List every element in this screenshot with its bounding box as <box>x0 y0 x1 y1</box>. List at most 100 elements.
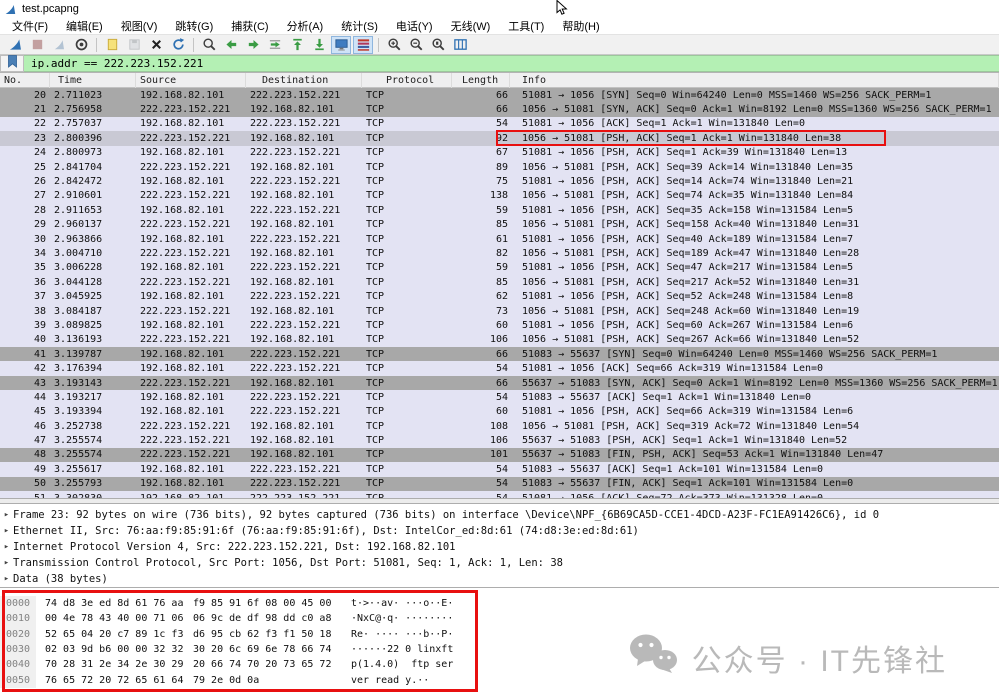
cell-proto: TCP <box>362 493 452 498</box>
packet-row-22[interactable]: 222.757037192.168.82.101222.223.152.221T… <box>0 117 999 131</box>
find-packet-icon[interactable] <box>199 36 219 54</box>
hex-line-0000[interactable]: 000074 d8 3e ed 8d 61 76 aaf9 85 91 6f 0… <box>0 596 999 611</box>
hex-line-0050[interactable]: 005076 65 72 20 72 65 61 6479 2e 0d 0ave… <box>0 672 999 687</box>
packet-row-51[interactable]: 513.302830192.168.82.101222.223.152.221T… <box>0 491 999 498</box>
menu-item-5[interactable]: 捕获(C) <box>222 17 277 35</box>
go-last-packet-icon[interactable] <box>309 36 329 54</box>
expand-chevron-icon[interactable]: ▸ <box>0 542 13 552</box>
packet-row-35[interactable]: 353.006228192.168.82.101222.223.152.221T… <box>0 261 999 275</box>
restart-capture-icon[interactable] <box>49 36 69 54</box>
go-to-packet-icon[interactable] <box>265 36 285 54</box>
expand-chevron-icon[interactable]: ▸ <box>0 510 13 520</box>
packet-row-44[interactable]: 443.193217192.168.82.101222.223.152.221T… <box>0 390 999 404</box>
packet-row-37[interactable]: 373.045925192.168.82.101222.223.152.221T… <box>0 289 999 303</box>
stop-capture-icon[interactable] <box>27 36 47 54</box>
col-header-time[interactable]: Time <box>50 73 136 88</box>
cell-len: 54 <box>452 118 510 129</box>
cell-info: 51081 → 1056 [ACK] Seq=1 Ack=1 Win=13184… <box>510 118 999 129</box>
cell-no: 30 <box>0 234 50 245</box>
packet-row-26[interactable]: 262.842472192.168.82.101222.223.152.221T… <box>0 174 999 188</box>
menu-item-1[interactable]: 文件(F) <box>3 17 57 35</box>
start-capture-icon[interactable] <box>5 36 25 54</box>
menu-item-7[interactable]: 统计(S) <box>332 17 387 35</box>
hex-line-0040[interactable]: 004070 28 31 2e 34 2e 30 2920 66 74 70 2… <box>0 657 999 672</box>
col-header-no[interactable]: No. <box>0 73 50 88</box>
open-file-icon[interactable] <box>102 36 122 54</box>
col-header-destination[interactable]: Destination <box>246 73 362 88</box>
col-header-source[interactable]: Source <box>136 73 246 88</box>
col-header-protocol[interactable]: Protocol <box>362 73 452 88</box>
menu-item-2[interactable]: 编辑(E) <box>57 17 112 35</box>
packet-row-30[interactable]: 302.963866192.168.82.101222.223.152.221T… <box>0 232 999 246</box>
filter-bookmark-button[interactable] <box>0 55 24 72</box>
packet-row-42[interactable]: 423.176394192.168.82.101222.223.152.221T… <box>0 361 999 375</box>
packet-row-45[interactable]: 453.193394192.168.82.101222.223.152.221T… <box>0 405 999 419</box>
capture-options-icon[interactable] <box>71 36 91 54</box>
zoom-in-icon[interactable] <box>384 36 404 54</box>
menu-item-3[interactable]: 视图(V) <box>112 17 167 35</box>
packet-row-50[interactable]: 503.255793192.168.82.101222.223.152.221T… <box>0 477 999 491</box>
expand-chevron-icon[interactable]: ▸ <box>0 526 13 536</box>
go-forward-icon[interactable] <box>243 36 263 54</box>
hex-dump-pane[interactable]: 000074 d8 3e ed 8d 61 76 aaf9 85 91 6f 0… <box>0 588 999 699</box>
save-file-icon[interactable] <box>124 36 144 54</box>
packet-row-46[interactable]: 463.252738222.223.152.221192.168.82.101T… <box>0 419 999 433</box>
detail-line-3[interactable]: ▸Internet Protocol Version 4, Src: 222.2… <box>0 539 999 555</box>
packet-row-47[interactable]: 473.255574222.223.152.221192.168.82.101T… <box>0 433 999 447</box>
packet-row-49[interactable]: 493.255617192.168.82.101222.223.152.221T… <box>0 462 999 476</box>
menu-item-10[interactable]: 工具(T) <box>499 17 553 35</box>
hex-line-0030[interactable]: 003002 03 9d b6 00 00 32 3230 20 6c 69 6… <box>0 642 999 657</box>
packet-row-20[interactable]: 202.711023192.168.82.101222.223.152.221T… <box>0 88 999 102</box>
packet-row-28[interactable]: 282.911653192.168.82.101222.223.152.221T… <box>0 203 999 217</box>
packet-row-43[interactable]: 433.193143222.223.152.221192.168.82.101T… <box>0 376 999 390</box>
colorize-icon[interactable] <box>353 36 373 54</box>
col-header-length[interactable]: Length <box>452 73 510 88</box>
col-header-info[interactable]: Info <box>510 73 999 88</box>
display-filter-input[interactable]: ip.addr == 222.223.152.221 <box>24 55 999 72</box>
packet-details-pane[interactable]: ▸Frame 23: 92 bytes on wire (736 bits), … <box>0 504 999 588</box>
go-back-icon[interactable] <box>221 36 241 54</box>
detail-line-4[interactable]: ▸Transmission Control Protocol, Src Port… <box>0 555 999 571</box>
hex-line-0010[interactable]: 001000 4e 78 43 40 00 71 0606 9c de df 9… <box>0 611 999 626</box>
reload-file-icon[interactable] <box>168 36 188 54</box>
packet-row-34[interactable]: 343.004710222.223.152.221192.168.82.101T… <box>0 246 999 260</box>
menu-item-11[interactable]: 帮助(H) <box>553 17 608 35</box>
zoom-out-icon[interactable] <box>406 36 426 54</box>
detail-line-2[interactable]: ▸Ethernet II, Src: 76:aa:f9:85:91:6f (76… <box>0 523 999 539</box>
packet-row-29[interactable]: 292.960137222.223.152.221192.168.82.101T… <box>0 218 999 232</box>
packet-row-25[interactable]: 252.841704222.223.152.221192.168.82.101T… <box>0 160 999 174</box>
packet-row-41[interactable]: 413.139787192.168.82.101222.223.152.221T… <box>0 347 999 361</box>
expand-chevron-icon[interactable]: ▸ <box>0 558 13 568</box>
detail-line-1[interactable]: ▸Frame 23: 92 bytes on wire (736 bits), … <box>0 507 999 523</box>
packet-row-48[interactable]: 483.255574222.223.152.221192.168.82.101T… <box>0 448 999 462</box>
auto-scroll-icon[interactable] <box>331 36 351 54</box>
cell-info: 51081 → 1056 [PSH, ACK] Seq=35 Ack=158 W… <box>510 205 999 216</box>
resize-columns-icon[interactable] <box>450 36 470 54</box>
zoom-original-icon[interactable] <box>428 36 448 54</box>
cell-info: 1056 → 51081 [PSH, ACK] Seq=39 Ack=14 Wi… <box>510 162 999 173</box>
packet-row-36[interactable]: 363.044128222.223.152.221192.168.82.101T… <box>0 275 999 289</box>
cell-proto: TCP <box>362 291 452 302</box>
go-first-packet-icon[interactable] <box>287 36 307 54</box>
packet-row-39[interactable]: 393.089825192.168.82.101222.223.152.221T… <box>0 318 999 332</box>
menu-item-9[interactable]: 无线(W) <box>442 17 500 35</box>
packet-row-27[interactable]: 272.910601222.223.152.221192.168.82.101T… <box>0 189 999 203</box>
menu-item-8[interactable]: 电话(Y) <box>387 17 442 35</box>
cell-src: 192.168.82.101 <box>136 90 246 101</box>
hex-line-0020[interactable]: 002052 65 04 20 c7 89 1c f3d6 95 cb 62 f… <box>0 627 999 642</box>
cell-dst: 192.168.82.101 <box>246 162 362 173</box>
menu-item-4[interactable]: 跳转(G) <box>166 17 222 35</box>
packet-row-21[interactable]: 212.756958222.223.152.221192.168.82.101T… <box>0 102 999 116</box>
expand-chevron-icon[interactable]: ▸ <box>0 574 13 584</box>
packet-row-24[interactable]: 242.800973192.168.82.101222.223.152.221T… <box>0 146 999 160</box>
close-file-icon[interactable] <box>146 36 166 54</box>
packet-row-38[interactable]: 383.084187222.223.152.221192.168.82.101T… <box>0 304 999 318</box>
hex-bytes: 00 4e 78 43 40 00 71 06 <box>45 613 187 624</box>
packet-row-23[interactable]: 232.800396222.223.152.221192.168.82.101T… <box>0 131 999 145</box>
cell-len: 62 <box>452 291 510 302</box>
title-bar: test.pcapng <box>0 0 999 18</box>
menu-item-6[interactable]: 分析(A) <box>278 17 333 35</box>
detail-line-5[interactable]: ▸Data (38 bytes) <box>0 571 999 587</box>
packet-list[interactable]: 202.711023192.168.82.101222.223.152.221T… <box>0 88 999 498</box>
packet-row-40[interactable]: 403.136193222.223.152.221192.168.82.101T… <box>0 333 999 347</box>
